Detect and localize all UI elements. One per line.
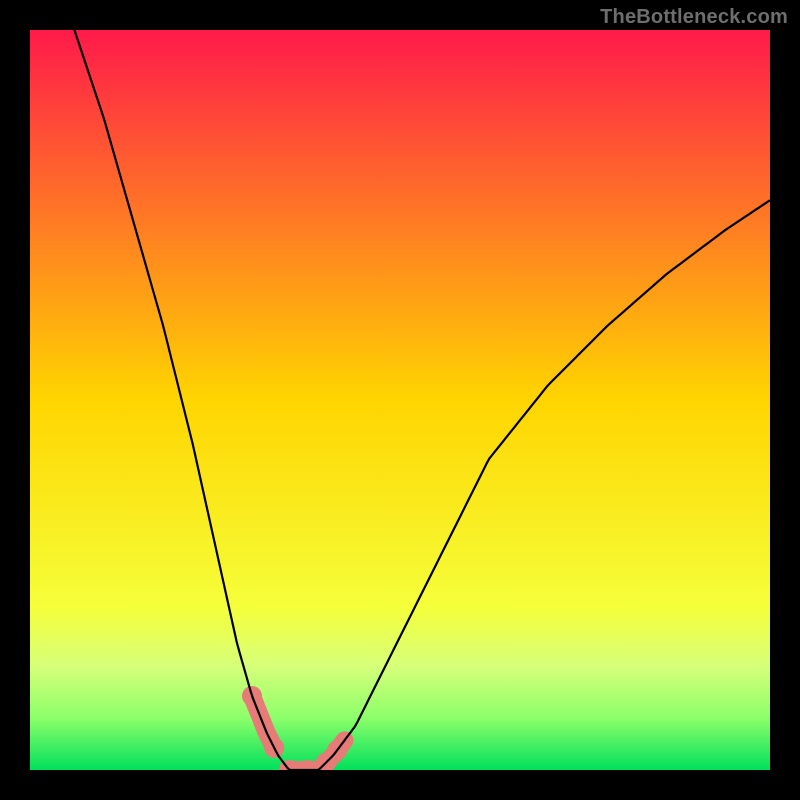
gradient-background [30,30,770,770]
plot-area [30,30,770,770]
watermark: TheBottleneck.com [600,6,788,29]
plot-svg [30,30,770,770]
chart-container: TheBottleneck.com [0,0,800,800]
